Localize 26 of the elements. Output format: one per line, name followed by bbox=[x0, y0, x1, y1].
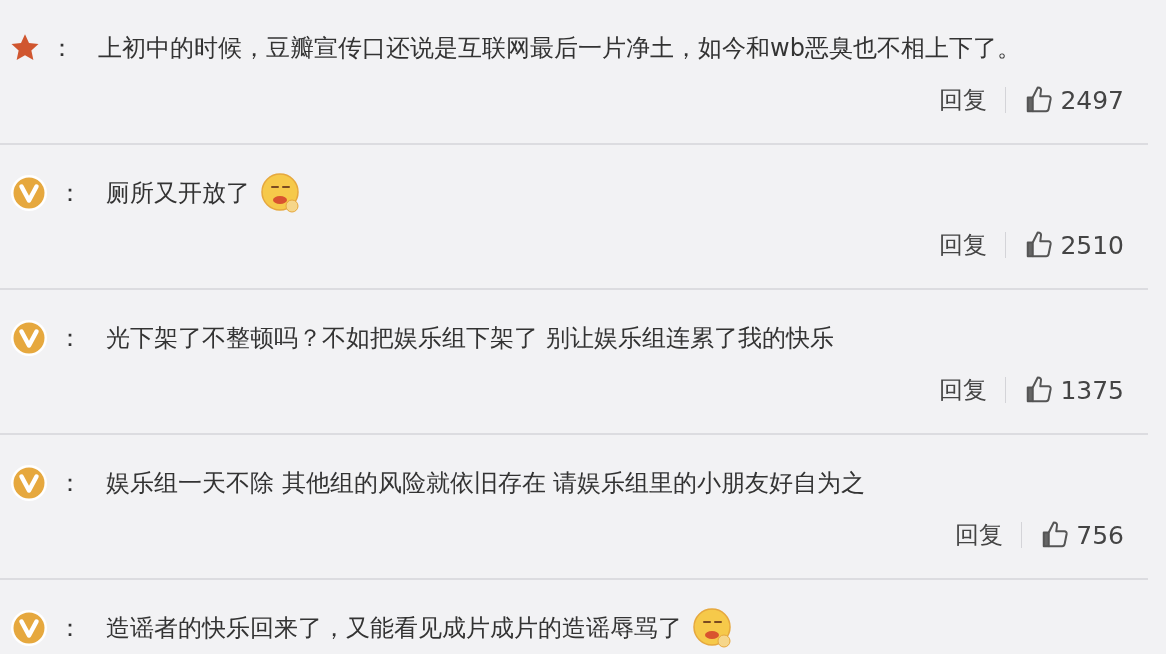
v-badge-icon bbox=[10, 464, 48, 502]
colon: ： bbox=[50, 33, 74, 64]
v-badge-icon bbox=[10, 319, 48, 357]
comment-text: 娱乐组一天不除 其他组的风险就依旧存在 请娱乐组里的小朋友好自为之 bbox=[106, 468, 866, 499]
comment-text: 厕所又开放了 bbox=[106, 178, 250, 209]
like-count: 1375 bbox=[1060, 375, 1124, 405]
reply-link[interactable]: 回复 bbox=[939, 84, 988, 116]
reply-link[interactable]: 回复 bbox=[939, 374, 988, 406]
colon: ： bbox=[58, 178, 82, 209]
v-badge-icon bbox=[10, 174, 48, 212]
like-count: 2497 bbox=[1060, 85, 1124, 115]
colon: ： bbox=[58, 323, 82, 354]
thumbs-up-icon[interactable] bbox=[1040, 520, 1071, 550]
colon: ： bbox=[58, 613, 82, 644]
comment-text: 光下架了不整顿吗？不如把娱乐组下架了 别让娱乐组连累了我的快乐 bbox=[106, 323, 834, 354]
reply-link[interactable]: 回复 bbox=[955, 519, 1004, 551]
thumbs-up-icon[interactable] bbox=[1024, 375, 1055, 405]
v-badge-icon bbox=[10, 609, 48, 647]
thumbs-up-icon[interactable] bbox=[1024, 230, 1055, 260]
comment-text: 造谣者的快乐回来了，又能看见成片成片的造谣辱骂了 bbox=[106, 613, 682, 644]
like-count: 756 bbox=[1076, 520, 1124, 550]
like-count: 2510 bbox=[1060, 230, 1124, 260]
thumbs-up-icon[interactable] bbox=[1024, 85, 1055, 115]
colon: ： bbox=[58, 468, 82, 499]
comment-text: 上初中的时候，豆瓣宣传口还说是互联网最后一片净土，如今和wb恶臭也不相上下了。 bbox=[98, 33, 1021, 64]
reply-link[interactable]: 回复 bbox=[939, 229, 988, 261]
